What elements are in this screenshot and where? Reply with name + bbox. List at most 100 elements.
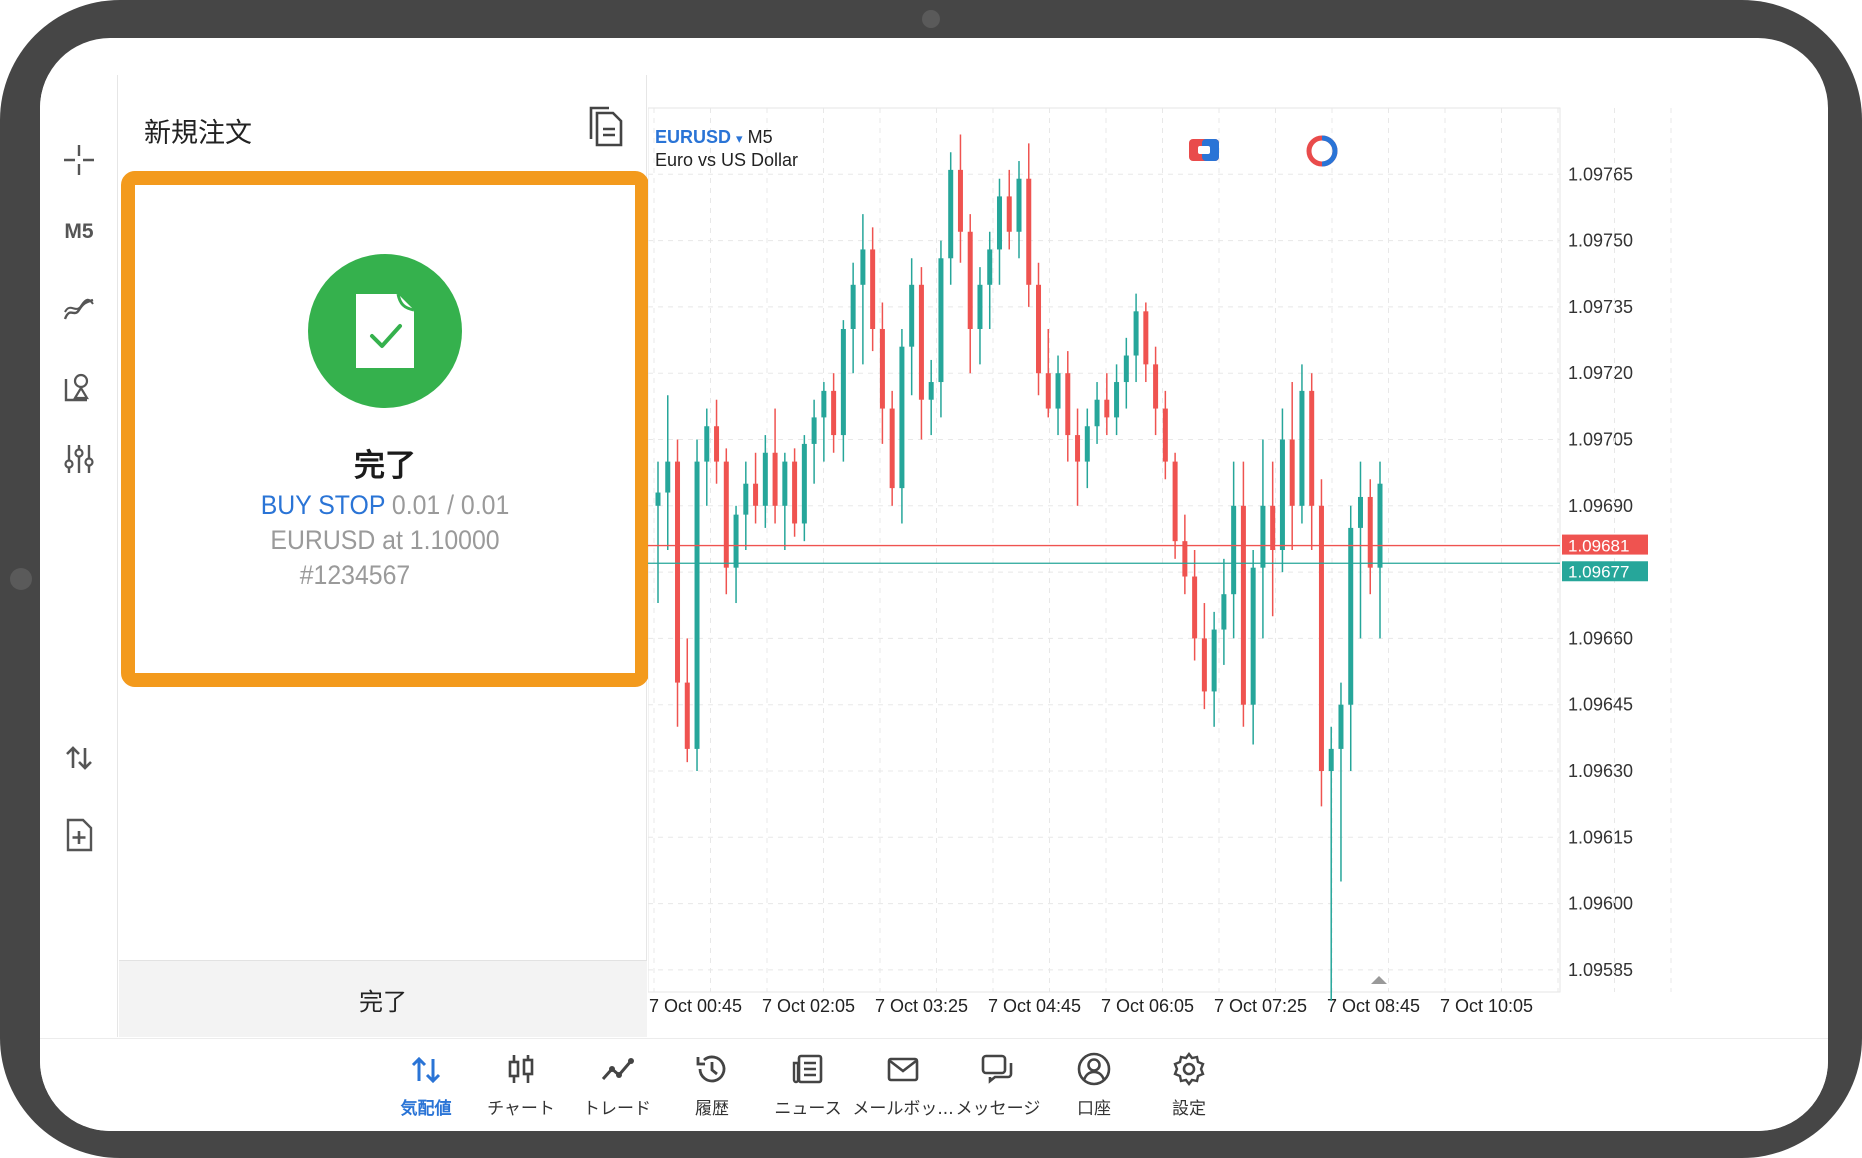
candle-body [831, 390, 837, 436]
account-icon [1076, 1051, 1112, 1087]
candle-body [1309, 390, 1315, 506]
candle-body [1270, 505, 1276, 550]
front-camera [922, 10, 940, 28]
copy-icon[interactable] [585, 105, 625, 149]
candle-body [675, 461, 681, 683]
y-axis-label: 1.09705 [1568, 430, 1633, 450]
candle-body [1240, 505, 1246, 705]
chart-description: Euro vs US Dollar [655, 150, 799, 170]
order-type: BUY STOP [260, 490, 385, 520]
candle-body [1299, 390, 1305, 506]
new-order-panel: 新規注文 完了 BUY STOP 0.01 / 0.01 EURUSD at 1… [119, 75, 649, 1037]
candle-body [1289, 439, 1295, 506]
candle-body [928, 382, 934, 400]
candle-body [1036, 284, 1042, 374]
chart-settings-icon[interactable] [59, 439, 99, 479]
y-axis-label: 1.09765 [1568, 164, 1633, 184]
bottom-navigation: 気配値 チャート トレード 履歴 ニュース メールボッ... メッセージ 口座 設定 [40, 1038, 1828, 1131]
y-axis-label: 1.09750 [1568, 231, 1633, 251]
candle-body [782, 461, 788, 506]
x-axis-label: 7 Oct 03:25 [875, 996, 968, 1016]
chart-symbol[interactable]: EURUSD [655, 127, 731, 147]
x-axis-label: 7 Oct 07:25 [1214, 996, 1307, 1016]
candle-body [723, 461, 729, 568]
x-axis-label: 7 Oct 02:05 [762, 996, 855, 1016]
crosshair-icon[interactable] [59, 140, 99, 180]
candle-body [948, 169, 954, 259]
candle-body [967, 231, 973, 329]
candle-body [1055, 373, 1061, 409]
candle-body [1026, 178, 1032, 285]
candle-body [1143, 311, 1149, 365]
chart-symbol-header[interactable]: EURUSD ▾ M5 [655, 127, 773, 148]
ask-price-label: 1.09677 [1568, 562, 1629, 581]
y-axis-label: 1.09645 [1568, 695, 1633, 715]
candle-body [792, 461, 798, 524]
new-order-icon[interactable] [59, 815, 99, 855]
candle-body [1221, 594, 1227, 630]
candle-body [1250, 567, 1256, 705]
chart-toolbar: M5 [40, 75, 118, 1037]
order-result-card: 完了 BUY STOP 0.01 / 0.01 EURUSD at 1.1000… [121, 171, 649, 687]
history-icon [694, 1051, 730, 1087]
candle-body [1104, 399, 1110, 418]
order-type-line: BUY STOP 0.01 / 0.01 [155, 490, 615, 521]
candle-body [1192, 576, 1198, 639]
done-button[interactable]: 完了 [119, 960, 647, 1037]
candle-body [889, 408, 895, 489]
candle-body [665, 461, 671, 493]
one-click-trading-icon[interactable] [1189, 139, 1219, 161]
success-icon [308, 254, 462, 408]
y-axis-label: 1.09630 [1568, 761, 1633, 781]
x-axis-label: 7 Oct 08:45 [1327, 996, 1420, 1016]
settings-icon [1171, 1051, 1207, 1087]
candle-body [1162, 408, 1168, 462]
quotes-icon [408, 1051, 444, 1087]
candle-body [1367, 496, 1373, 568]
candle-body [1231, 505, 1237, 595]
candle-body [733, 514, 739, 568]
candle-body [821, 390, 827, 418]
candle-body [1172, 461, 1178, 542]
app-screen: M5 新規注文 完了 BUY STOP 0.01 / 0.01 EURUSD a… [40, 38, 1828, 1131]
timeframe-button[interactable]: M5 [59, 212, 99, 252]
candle-body [1133, 311, 1139, 356]
candle-body [753, 483, 759, 506]
chart-icon [503, 1051, 539, 1087]
candle-body [1045, 373, 1051, 409]
candle-body [684, 682, 690, 749]
candle-body [860, 249, 866, 285]
candle-body [870, 249, 876, 329]
objects-icon[interactable] [59, 367, 99, 407]
candle-body [1348, 527, 1354, 705]
order-symbol-line: EURUSD at 1.10000 [270, 525, 500, 555]
candle-body [1211, 629, 1217, 692]
x-axis-label: 7 Oct 00:45 [649, 996, 742, 1016]
candle-body [1075, 435, 1081, 462]
nav-item-settings[interactable]: 設定 [1134, 1039, 1244, 1119]
order-volume: 0.01 / 0.01 [391, 490, 510, 520]
candle-body [772, 452, 778, 506]
x-axis-label: 7 Oct 04:45 [988, 996, 1081, 1016]
symbol-dropdown-icon[interactable]: ▾ [736, 131, 743, 146]
candle-body [1153, 364, 1159, 409]
y-axis-label: 1.09690 [1568, 496, 1633, 516]
chart-timeframe: M5 [747, 127, 773, 147]
candle-body [909, 284, 915, 347]
candle-body [655, 492, 661, 506]
candle-body [811, 417, 817, 444]
price-chart[interactable]: 1.09765 1.09750 1.09735 1.09720 1.09705 1.096… [647, 75, 1828, 1020]
candle-body [1016, 178, 1022, 232]
indicators-icon[interactable] [59, 289, 99, 329]
nav-label: 設定 [1172, 1099, 1206, 1119]
news-icon [790, 1051, 826, 1087]
trade-arrows-icon[interactable] [59, 738, 99, 778]
candle-body [1006, 196, 1012, 232]
candle-body [694, 461, 700, 749]
candle-body [840, 329, 846, 436]
chart-canvas[interactable]: 1.09765 1.09750 1.09735 1.09720 1.09705 1.096… [647, 75, 1828, 1020]
messages-icon [980, 1051, 1016, 1087]
candle-body [1065, 373, 1071, 436]
candle-body [987, 249, 993, 285]
candle-body [918, 284, 924, 400]
